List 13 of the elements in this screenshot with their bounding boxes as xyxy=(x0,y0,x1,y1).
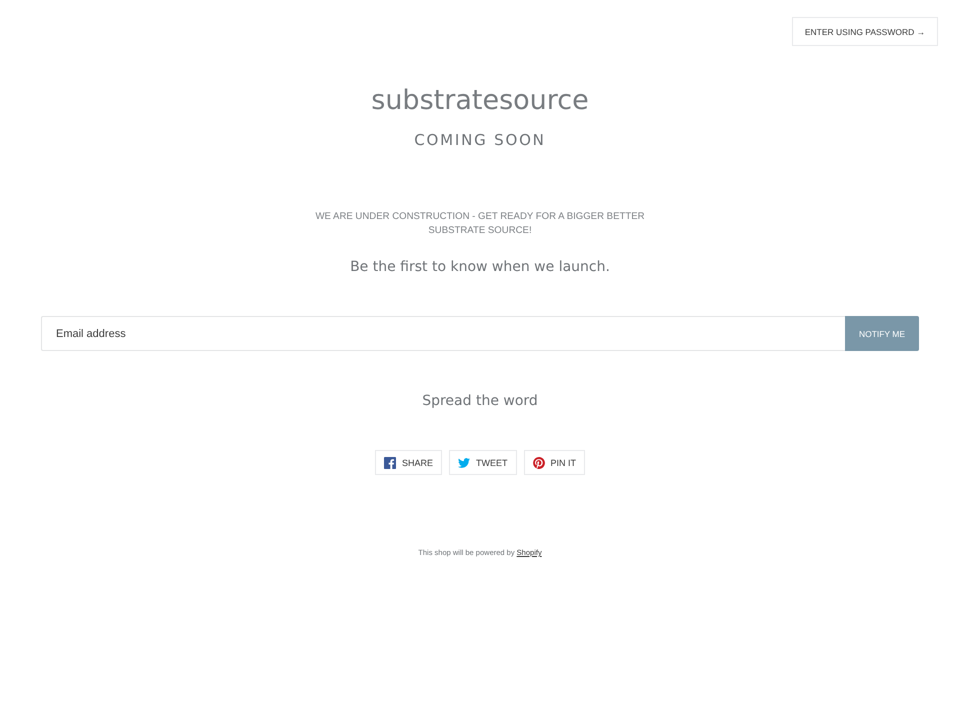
signup-heading: Be the first to know when we launch. xyxy=(349,258,611,277)
share-button[interactable]: SHARE xyxy=(374,450,442,475)
coming-soon-subtitle: COMING SOON xyxy=(413,130,547,150)
letter-p-icon xyxy=(532,456,544,468)
tweet-button[interactable]: TWEET xyxy=(449,450,516,475)
email-field[interactable]: Email address xyxy=(41,316,845,351)
spread-the-word-heading: Spread the word xyxy=(421,392,539,411)
shop-title: substratesource xyxy=(370,84,590,118)
bird-icon xyxy=(458,456,470,468)
construction-message: WE ARE UNDER CONSTRUCTION - GET READY FOR A BIGGER BETTER SUBSTRATE SOURCE! xyxy=(314,210,646,238)
enter-password-button[interactable]: ENTER USING PASSWORD → xyxy=(792,17,938,46)
pin-button[interactable]: PIN IT xyxy=(524,450,586,475)
letter-f-icon xyxy=(384,456,396,468)
